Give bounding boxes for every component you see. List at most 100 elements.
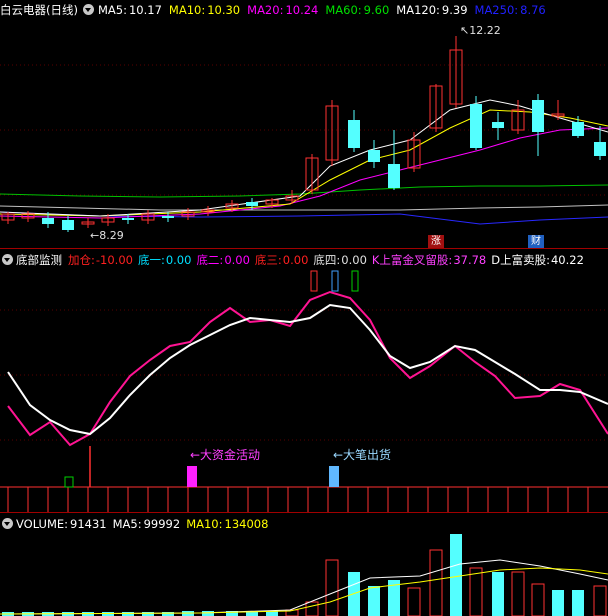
volume-bar xyxy=(511,571,525,616)
signal-marker xyxy=(310,270,318,292)
ma-legend-item: MA20: xyxy=(247,3,284,17)
volume-title: VOLUME: xyxy=(16,517,69,531)
indicator-legend-item: 底四: xyxy=(313,253,341,267)
volume-bar xyxy=(469,567,483,616)
indicator-legend-value: 0.00 xyxy=(341,253,367,267)
candle-body xyxy=(162,216,174,218)
dropdown-circle-icon[interactable] xyxy=(2,254,13,265)
ma-legend-value: 10.17 xyxy=(128,3,162,17)
volume-bar xyxy=(122,612,134,616)
ma-legend-item: MA60: xyxy=(325,3,362,17)
dropdown-circle-icon[interactable] xyxy=(2,518,13,529)
candle-body xyxy=(388,164,400,188)
volume-bar xyxy=(593,585,607,616)
vol-ma5-label: MA5: xyxy=(112,517,142,531)
volume-bar xyxy=(325,559,339,616)
dropdown-circle-icon[interactable] xyxy=(82,4,94,15)
volume-bar xyxy=(429,549,443,616)
high-price-label: ↖12.22 xyxy=(460,24,501,37)
volume-value: 91431 xyxy=(70,517,107,531)
panel-divider xyxy=(0,248,608,249)
kline-panel[interactable]: 白云电器(日线) MA5: 10.17 MA10: 10.30 MA20: 10.24 MA6… xyxy=(0,0,608,248)
ma120-line xyxy=(0,204,608,211)
signal-marker xyxy=(331,270,339,292)
indicator-title: 底部监测 xyxy=(16,253,62,267)
volume-bar xyxy=(368,586,380,616)
indicator-legend-value: 40.22 xyxy=(550,253,584,267)
k-line xyxy=(7,290,608,447)
volume-bar xyxy=(162,612,174,616)
badge-cai[interactable]: 财 xyxy=(528,235,544,248)
volume-panel[interactable]: VOLUME: 91431 MA5: 99992 MA10: 134008 xyxy=(0,514,608,616)
vol-ma5-value: 99992 xyxy=(143,517,181,531)
indicator-legend-item: 底三: xyxy=(254,253,282,267)
candle-body xyxy=(246,202,258,206)
low-price-label: ←8.29 xyxy=(90,229,124,242)
volume-bar xyxy=(202,611,214,616)
sell-bar xyxy=(329,466,339,487)
ma-legend-item: MA5: xyxy=(97,3,127,17)
volume-bar xyxy=(552,590,564,616)
bottom-monitor-panel[interactable]: 底部监测 加仓:-10.00 底一:0.00 底二:0.00 底三:0.00 底四:0.0… xyxy=(0,250,608,512)
vol-ma5-line xyxy=(0,559,608,615)
candle-body xyxy=(62,220,74,230)
indicator-legend-value: 0.00 xyxy=(165,253,192,267)
signal-marker xyxy=(351,270,359,292)
capital-bar xyxy=(187,466,197,487)
indicator-header: 底部监测 加仓:-10.00 底一:0.00 底二:0.00 底三:0.00 底四:0.0… xyxy=(0,250,589,270)
ma-legend-value: 9.60 xyxy=(363,3,390,17)
ma-legend-item: MA120: xyxy=(396,3,440,17)
indicator-legend-item: D上富卖股: xyxy=(491,253,550,267)
volume-bar xyxy=(531,583,545,616)
candle-body xyxy=(122,218,134,220)
candle-body xyxy=(470,104,482,148)
ma-legend-value: 10.30 xyxy=(207,3,241,17)
ma-legend: MA5: 10.17 MA10: 10.30 MA20: 10.24 MA60: 9.60 MA… xyxy=(98,3,553,17)
ma-legend-value: 8.76 xyxy=(520,3,546,17)
d-line xyxy=(7,303,608,436)
indicator-legend-item: K上富金叉留股: xyxy=(371,253,453,267)
volume-bar xyxy=(492,572,504,616)
volume-bar xyxy=(305,601,319,616)
candle-body xyxy=(594,142,606,156)
indicator-legend-value: 37.78 xyxy=(453,253,487,267)
indicator-legend-value: -10.00 xyxy=(95,253,133,267)
kline-header: 白云电器(日线) MA5: 10.17 MA10: 10.30 MA20: 10.24 MA6… xyxy=(0,0,553,20)
indicator-legend-value: 0.00 xyxy=(282,253,309,267)
volume-bar xyxy=(102,612,114,616)
indicator-legend-item: 加仓: xyxy=(68,253,95,267)
volume-bar xyxy=(142,612,154,616)
period-label: (日线) xyxy=(46,3,78,17)
candle-body xyxy=(348,120,360,148)
volume-bar xyxy=(572,590,584,616)
vol-ma10-line xyxy=(0,567,608,615)
ma5-line xyxy=(0,99,608,217)
ma-legend-value: 10.24 xyxy=(285,3,319,17)
vol-ma10-label: MA10: xyxy=(186,517,223,531)
stock-name: 白云电器 xyxy=(0,3,46,17)
annotation-big-sell: ←大笔出货 xyxy=(333,448,392,462)
signal-box xyxy=(64,476,74,488)
indicator-legend-value: 0.00 xyxy=(224,253,250,267)
volume-bar xyxy=(450,534,462,616)
ma-legend-item: MA10: xyxy=(168,3,206,17)
volume-header: VOLUME: 91431 MA5: 99992 MA10: 134008 xyxy=(0,514,274,534)
panel-divider xyxy=(0,512,608,513)
indicator-legend-item: 底二: xyxy=(196,253,224,267)
badge-zhang[interactable]: 涨 xyxy=(428,235,444,248)
candle-body xyxy=(368,150,380,162)
candle-body xyxy=(572,122,584,136)
indicator-legend: 加仓:-10.00 底一:0.00 底二:0.00 底三:0.00 底四:0.00 K上富… xyxy=(68,253,589,267)
indicator-legend-item: 底一: xyxy=(137,253,165,267)
volume-bar xyxy=(407,587,421,616)
ma-legend-value: 9.39 xyxy=(441,3,468,17)
vol-ma10-value: 134008 xyxy=(224,517,269,531)
annotation-big-capital: ←大资金活动 xyxy=(190,448,261,462)
indicator-chart xyxy=(0,270,608,512)
ma-legend-item: MA250: xyxy=(474,3,519,17)
ma20-line xyxy=(0,127,608,219)
candle-body xyxy=(492,122,504,128)
candlestick-chart xyxy=(0,36,608,232)
candle-body xyxy=(532,100,544,132)
candle-body xyxy=(42,218,54,224)
